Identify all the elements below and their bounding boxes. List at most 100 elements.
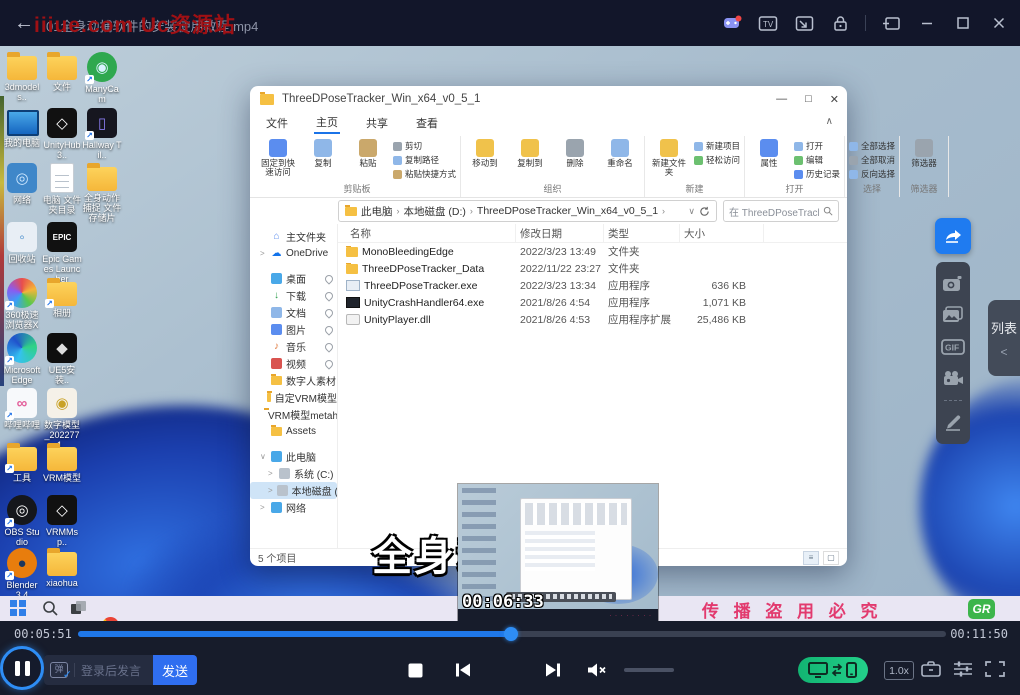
ribbon-button-新建项目[interactable]: 新建项目: [694, 140, 740, 152]
ribbon-button-剪切[interactable]: 剪切: [393, 140, 456, 152]
playlist-tab[interactable]: 列表 <: [988, 300, 1020, 376]
previous-button[interactable]: [453, 662, 472, 678]
danmaku-input[interactable]: 弹✓ 登录后发言 发送: [44, 655, 197, 685]
breadcrumb-item[interactable]: 此电脑: [361, 204, 393, 219]
ribbon-button-编辑[interactable]: 编辑: [794, 154, 840, 166]
explorer-titlebar[interactable]: ThreeDPoseTracker_Win_x64_v0_5_1 — □ ✕: [250, 86, 847, 112]
ribbon-button-新建文件夹[interactable]: 新建文件夹: [649, 136, 689, 177]
desktop-icon-hallway-til-[interactable]: ▯↗Hallway Til..: [82, 108, 122, 160]
ribbon-button-属性[interactable]: 属性: [749, 136, 789, 168]
column-header-名称[interactable]: 名称: [346, 224, 516, 242]
sidebar-item-视频[interactable]: 视频: [250, 355, 337, 372]
desktop-icon-microsoft-edge[interactable]: ↗Microsoft Edge: [2, 333, 42, 385]
seek-bar-thumb[interactable]: [504, 627, 518, 641]
camera-button[interactable]: [942, 274, 964, 294]
pen-button[interactable]: [942, 412, 964, 432]
tab-共享[interactable]: 共享: [364, 113, 390, 133]
ribbon-button-重命名[interactable]: 重命名: [600, 136, 640, 168]
ribbon-button-粘贴[interactable]: 粘贴: [348, 136, 388, 168]
desktop-icon-vrmmsp-[interactable]: ◇VRMMsp..: [42, 495, 82, 547]
ribbon-button-粘贴快捷方式[interactable]: 粘贴快捷方式: [393, 168, 456, 180]
table-row[interactable]: MonoBleedingEdge2022/3/23 13:49文件夹: [338, 243, 847, 260]
desktop-icon--[interactable]: 文件: [42, 52, 82, 92]
desktop-icon-manycam[interactable]: ◉↗ManyCam: [82, 52, 122, 104]
ribbon-button-移动到[interactable]: 移动到: [465, 136, 505, 168]
expand-chevron-icon[interactable]: >: [268, 469, 275, 478]
sidebar-item-图片[interactable]: 图片: [250, 321, 337, 338]
breadcrumb-item[interactable]: 本地磁盘 (D:): [404, 204, 466, 219]
breadcrumb[interactable]: 此电脑›本地磁盘 (D:)›ThreeDPoseTracker_Win_x64_…: [338, 200, 717, 222]
share-button[interactable]: [935, 218, 971, 254]
table-row[interactable]: UnityCrashHandler64.exe2021/8/26 4:54应用程…: [338, 294, 847, 311]
fullscreen-button[interactable]: [984, 659, 1006, 679]
column-header-大小[interactable]: 大小: [680, 224, 764, 242]
ribbon-button-反向选择[interactable]: 反向选择: [849, 168, 895, 180]
play-pause-button[interactable]: [0, 646, 44, 690]
desktop-icon--[interactable]: 全身动作捕捉 文件存储片: [82, 163, 122, 223]
desktop-icon-obs-studio[interactable]: ◎↗OBS Studio: [2, 495, 42, 547]
desktop-icon--[interactable]: ◦回收站: [2, 222, 42, 264]
desktop-icon--[interactable]: ∞↗哔哩哔哩: [2, 388, 42, 430]
sidebar-item-本地磁盘 (D:)[interactable]: >本地磁盘 (D:): [250, 482, 337, 499]
send-button[interactable]: 发送: [153, 655, 197, 685]
table-row[interactable]: UnityPlayer.dll2021/8/26 4:53应用程序扩展25,48…: [338, 311, 847, 328]
desktop-icon-blender-3-4[interactable]: ●↗Blender 3.4: [2, 548, 42, 600]
desktop-icon-epic-games-launcher[interactable]: EPICEpic Games Launcher: [42, 222, 82, 284]
task-view-icon[interactable]: [70, 600, 87, 617]
screen-cast-icon[interactable]: [793, 12, 815, 34]
tab-主页[interactable]: 主页: [314, 112, 340, 134]
search-input[interactable]: 在 ThreeDPoseTracker_...: [723, 200, 839, 222]
ribbon-button-全部取消[interactable]: 全部取消: [849, 154, 895, 166]
desktop-icon--[interactable]: ↗相册: [42, 278, 82, 318]
expand-chevron-icon[interactable]: >: [260, 503, 267, 512]
ribbon-button-复制路径[interactable]: 复制路径: [393, 154, 456, 166]
sidebar-item-数字人素材[interactable]: 数字人素材: [250, 372, 337, 389]
mute-button[interactable]: [586, 662, 608, 678]
ribbon-button-全部选择[interactable]: 全部选择: [849, 140, 895, 152]
sidebar-item-系统 (C:)[interactable]: >系统 (C:): [250, 465, 337, 482]
ribbon-button-筛选器[interactable]: 筛选器: [904, 136, 944, 168]
details-view-button[interactable]: ≡: [803, 551, 819, 565]
chrome-icon[interactable]: [102, 617, 119, 621]
explorer-minimize-button[interactable]: —: [776, 93, 787, 105]
desktop-icon--[interactable]: 我的电脑: [2, 108, 42, 148]
expand-chevron-icon[interactable]: >: [268, 486, 273, 495]
column-header-类型[interactable]: 类型: [604, 224, 680, 242]
sidebar-item-网络[interactable]: >网络: [250, 499, 337, 516]
tab-文件[interactable]: 文件: [264, 113, 290, 133]
desktop-icon--2022771-[interactable]: ◉数字模型 _2022771..: [42, 388, 82, 450]
sidebar-item-文档[interactable]: 文档: [250, 304, 337, 321]
camcorder-button[interactable]: [942, 368, 964, 388]
explorer-maximize-button[interactable]: □: [805, 93, 812, 105]
lock-icon[interactable]: [829, 12, 851, 34]
expand-chevron-icon[interactable]: >: [260, 249, 267, 258]
minimize-icon[interactable]: [916, 12, 938, 34]
desktop-icon-360-x[interactable]: ↗360极速浏览器X: [2, 278, 42, 330]
video-area[interactable]: 3dmodels..文件◉↗ManyCam我的电脑◇UnityHub 3..▯↗…: [0, 46, 1020, 621]
desktop-icon-xiaohua[interactable]: xiaohua: [42, 548, 82, 588]
sidebar-item-音乐[interactable]: ♪音乐: [250, 338, 337, 355]
desktop-icon--[interactable]: ◎网络: [2, 163, 42, 205]
pip-window-icon[interactable]: [880, 12, 902, 34]
sidebar-item-Assets[interactable]: Assets: [250, 423, 337, 440]
gamepad-icon[interactable]: [721, 12, 743, 34]
close-icon[interactable]: [988, 12, 1010, 34]
refresh-icon[interactable]: [699, 206, 710, 217]
tab-查看[interactable]: 查看: [414, 113, 440, 133]
address-dropdown-icon[interactable]: ∨: [688, 206, 695, 217]
desktop-icon-vrm-[interactable]: VRM模型: [42, 443, 82, 483]
maximize-icon[interactable]: [952, 12, 974, 34]
sidebar-item-桌面[interactable]: 桌面: [250, 270, 337, 287]
table-row[interactable]: ThreeDPoseTracker.exe2022/3/23 13:34应用程序…: [338, 277, 847, 294]
sidebar-item-自定VRM模型[interactable]: 自定VRM模型: [250, 389, 337, 406]
start-button-icon[interactable]: [10, 600, 27, 617]
ribbon-collapse-icon[interactable]: ∧: [826, 116, 833, 127]
playback-speed-button[interactable]: 1.0x: [884, 661, 914, 680]
desktop-icon--[interactable]: ↗工具: [2, 443, 42, 483]
desktop-icon--[interactable]: 电脑 文件夹目录: [42, 163, 82, 215]
tv-icon[interactable]: TV: [757, 12, 779, 34]
gif-button[interactable]: GIF: [942, 337, 964, 357]
ribbon-button-复制到[interactable]: 复制到: [510, 136, 550, 168]
sidebar-item-VRM模型metahun[interactable]: VRM模型metahun: [250, 406, 337, 423]
seek-bar[interactable]: [78, 631, 946, 637]
